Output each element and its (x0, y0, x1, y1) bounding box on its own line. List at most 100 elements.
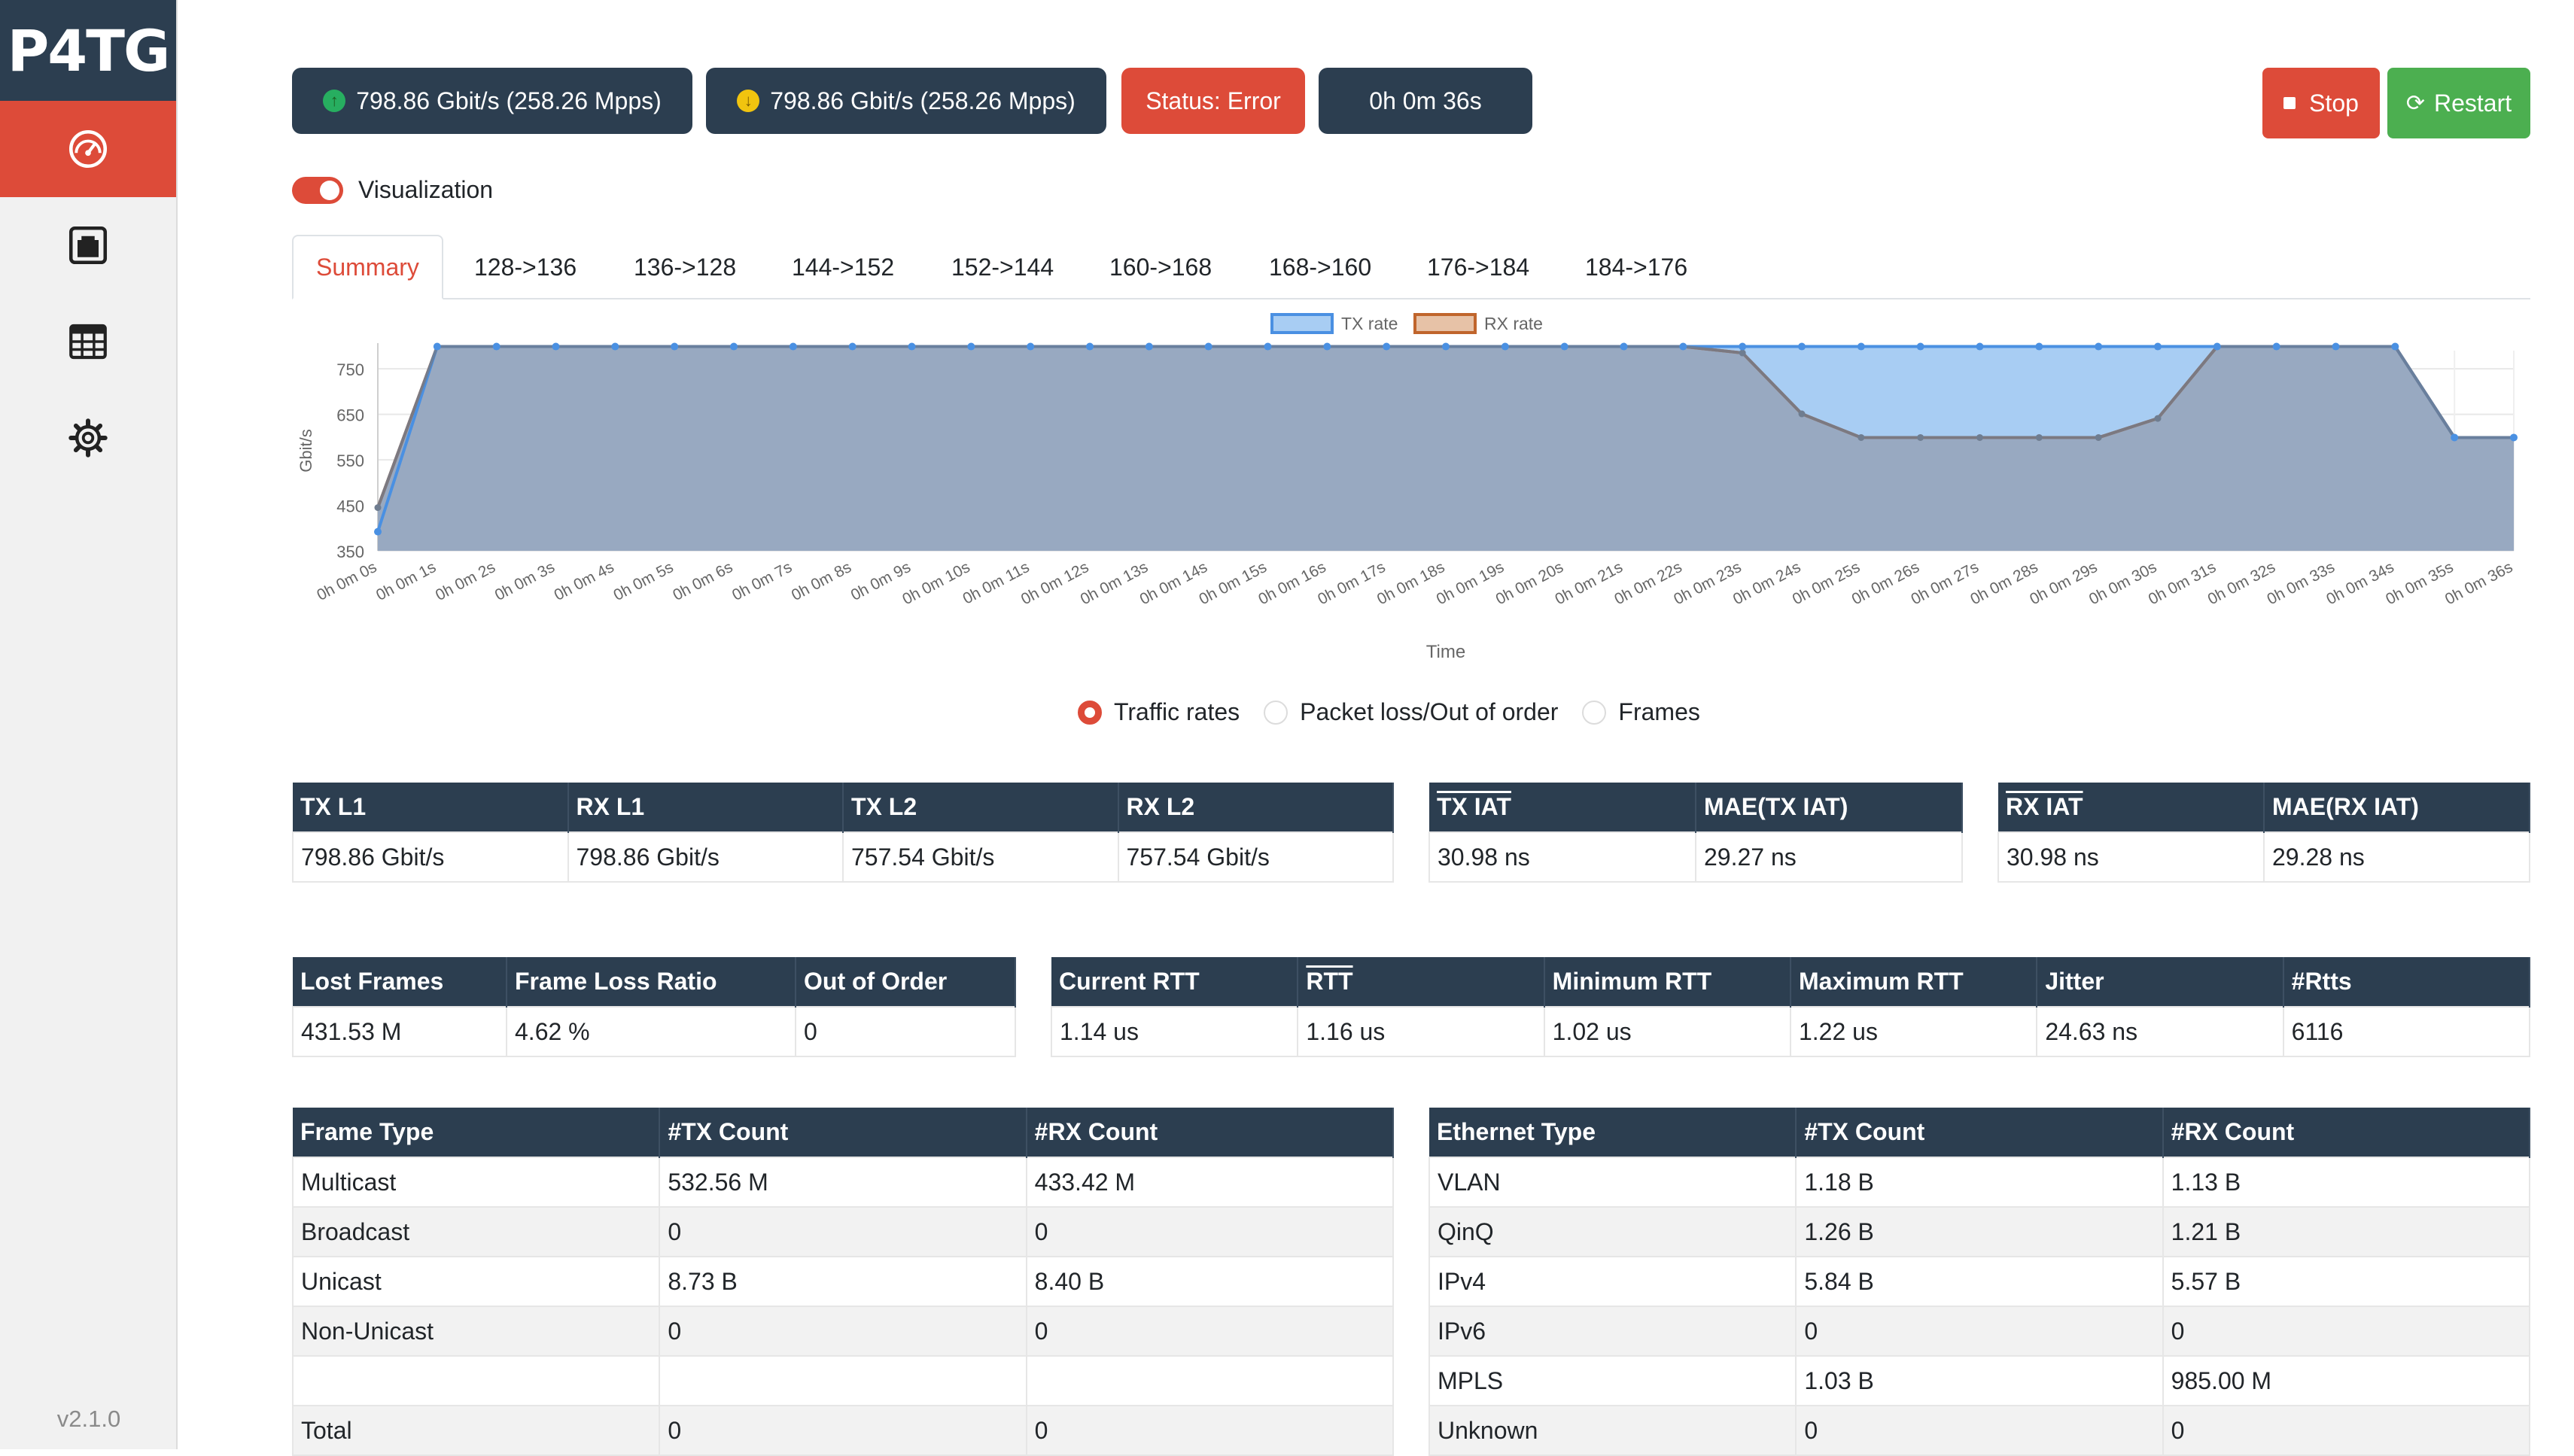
tx-rate-point (1560, 342, 1568, 351)
tx-rate-point (2510, 433, 2518, 442)
tx-rate-point (2272, 342, 2280, 351)
nav-settings[interactable] (0, 390, 176, 486)
table-row: IPv4 5.84 B 5.57 B (1428, 1256, 2531, 1307)
gear-icon (68, 418, 108, 457)
tx-rate-point (2451, 433, 2459, 442)
table-cell: 30.98 ns (1428, 831, 1696, 883)
x-tick-label: 0h 0m 16s (1255, 558, 1328, 608)
y-tick-label: 550 (336, 451, 364, 470)
nav-dashboard[interactable] (0, 101, 176, 197)
tx-rate-point (2391, 342, 2399, 351)
visualization-toggle[interactable] (292, 176, 343, 204)
table-row: IPv6 0 0 (1428, 1306, 2531, 1357)
table-header: #TX Count (1796, 1108, 2164, 1157)
x-tick-label: 0h 0m 21s (1552, 558, 1625, 608)
table-cell: 0 (659, 1206, 1027, 1257)
tx-rate-point (1442, 342, 1450, 351)
table-cell: 6116 (2282, 1006, 2531, 1057)
x-tick-label: 0h 0m 0s (314, 558, 379, 604)
ethernet-port-icon (68, 226, 108, 265)
radio-packet-loss[interactable]: Packet loss/Out of order (1264, 698, 1558, 726)
nav-ports[interactable] (0, 197, 176, 293)
tx-rate-point (1323, 342, 1331, 351)
table-cell: Unicast (291, 1256, 661, 1307)
table-header: TX L2 (843, 783, 1119, 832)
table-cell: 1.13 B (2162, 1157, 2531, 1208)
table-cell: 24.63 ns (2036, 1006, 2284, 1057)
table-header: Frame Loss Ratio (507, 957, 796, 1007)
elapsed-time-badge: 0h 0m 36s (1319, 68, 1532, 134)
rates-table: TX L1 RX L1 TX L2 RX L2 798.86 Gbit/s 79… (292, 783, 1394, 883)
rx-iat-table: RX IAT MAE(RX IAT) 30.98 ns 29.28 ns (1997, 783, 2530, 883)
table-cell: 5.84 B (1795, 1256, 2164, 1307)
x-tick-label: 0h 0m 36s (2442, 558, 2515, 608)
tab-168-160[interactable]: 168->160 (1269, 235, 1371, 299)
rx-rate-point (1976, 433, 1983, 441)
tx-rate-point (1145, 342, 1153, 351)
stop-button[interactable]: Stop (2262, 68, 2380, 138)
table-cell: 0 (795, 1006, 1016, 1057)
tab-160-168[interactable]: 160->168 (1109, 235, 1212, 299)
x-axis-title: Time (1426, 642, 1465, 662)
tx-rate-point (1798, 342, 1806, 351)
tab-152-144[interactable]: 152->144 (951, 235, 1054, 299)
arrow-down-icon: ↓ (737, 90, 760, 112)
table-cell: 0 (1025, 1206, 1395, 1257)
nav-tables[interactable] (0, 293, 176, 390)
tx-rate-point (611, 342, 619, 351)
table-cell: 0 (2162, 1405, 2531, 1456)
table-header: Frame Type (293, 1108, 661, 1157)
visualization-label: Visualization (358, 176, 494, 203)
y-tick-label: 750 (336, 360, 364, 379)
table-cell: 5.57 B (2162, 1256, 2531, 1307)
rx-rate-legend-label: RX rate (1484, 314, 1543, 333)
table-header: #RX Count (2162, 1108, 2531, 1157)
table-cell: IPv6 (1428, 1306, 1797, 1357)
table-row: Non-Unicast 0 0 (291, 1306, 1395, 1357)
table-header: #Rtts (2283, 957, 2531, 1007)
tx-rate-point (2154, 342, 2162, 351)
tx-rate-point (671, 342, 679, 351)
tx-rate-point (1086, 342, 1094, 351)
tab-144-152[interactable]: 144->152 (792, 235, 894, 299)
y-tick-label: 650 (336, 406, 364, 425)
tx-rate-point (1027, 342, 1035, 351)
radio-traffic-rates[interactable]: Traffic rates (1078, 698, 1240, 726)
table-row: QinQ 1.26 B 1.21 B (1428, 1206, 2531, 1257)
radio-frames[interactable]: Frames (1582, 698, 1700, 726)
restart-icon: ⟳ (2405, 90, 2425, 116)
table-row: Broadcast 0 0 (291, 1206, 1395, 1257)
x-tick-label: 0h 0m 17s (1315, 558, 1388, 608)
table-header: Maximum RTT (1790, 957, 2038, 1007)
table-cell: MPLS (1428, 1355, 1797, 1406)
tab-128-136[interactable]: 128->136 (474, 235, 577, 299)
arrow-up-icon: ↑ (323, 90, 346, 112)
speedometer-icon (68, 129, 108, 169)
table-cell: 0 (2162, 1306, 2531, 1357)
restart-button[interactable]: ⟳ Restart (2387, 68, 2530, 138)
table-cell: 29.27 ns (1695, 831, 1963, 883)
x-tick-label: 0h 0m 26s (1849, 558, 1922, 608)
rx-rate-point (2154, 415, 2162, 422)
x-tick-label: 0h 0m 19s (1434, 558, 1507, 608)
tab-184-176[interactable]: 184->176 (1585, 235, 1687, 299)
tx-rate-point (374, 527, 382, 536)
app-logo[interactable]: P4TG (0, 0, 176, 101)
y-tick-label: 350 (336, 543, 364, 561)
tab-136-128[interactable]: 136->128 (634, 235, 736, 299)
version-label: v2.1.0 (56, 1406, 121, 1432)
tx-rate-point (848, 342, 856, 351)
tx-rate-point (1264, 342, 1272, 351)
tx-rate-point (2095, 342, 2103, 351)
x-tick-label: 0h 0m 27s (1908, 558, 1981, 608)
radio-selected-icon (1078, 700, 1102, 725)
table-cell: 4.62 % (506, 1006, 796, 1057)
radio-label: Packet loss/Out of order (1300, 698, 1559, 725)
tab-176-184[interactable]: 176->184 (1427, 235, 1529, 299)
status-badge: Status: Error (1121, 68, 1305, 134)
tab-summary[interactable]: Summary (292, 235, 443, 299)
table-cell: 1.22 us (1789, 1006, 2038, 1057)
x-tick-label: 0h 0m 34s (2323, 558, 2396, 608)
tx-rate-point (908, 342, 916, 351)
x-tick-label: 0h 0m 18s (1374, 558, 1447, 608)
